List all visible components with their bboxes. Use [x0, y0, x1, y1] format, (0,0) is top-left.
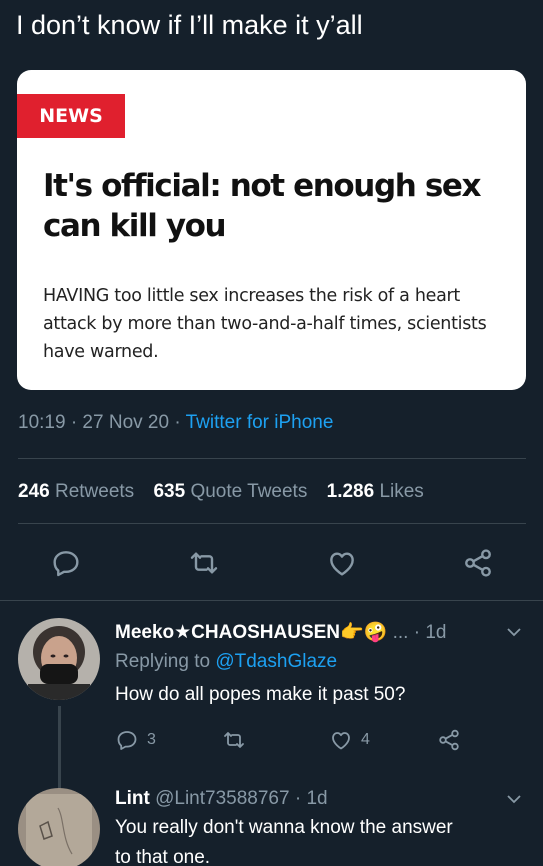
reply-handle-time: ... · 1d	[387, 622, 447, 643]
tweet-source-link[interactable]: Twitter for iPhone	[186, 412, 334, 433]
reply-tweet[interactable]: Meeko★CHAOSHAUSEN👉🤪 ... · 1d Replying to…	[0, 600, 543, 790]
tweet-timestamp: 10:19 · 27 Nov 20 ·	[18, 412, 186, 433]
share-icon[interactable]	[462, 547, 494, 579]
card-headline: It's official: not enough sex can kill y…	[43, 168, 481, 244]
reply-text: How do all popes make it past 50?	[115, 684, 406, 705]
quote-tweets-count: 635	[153, 481, 186, 502]
replying-to: Replying to @TdashGlaze	[115, 651, 337, 673]
reply-icon[interactable]	[50, 547, 82, 579]
chevron-down-icon[interactable]	[506, 794, 522, 804]
divider	[18, 458, 526, 459]
reply-share-button[interactable]	[437, 727, 461, 753]
quote-tweets-stat[interactable]: 635 Quote Tweets	[153, 481, 307, 502]
likes-stat[interactable]: 1.286 Likes	[327, 481, 424, 502]
chevron-down-icon[interactable]	[506, 627, 522, 637]
tweet-action-bar	[0, 547, 543, 581]
tweet-text: I don’t know if I’ll make it y’all	[16, 10, 363, 40]
reply-count: 3	[147, 731, 156, 748]
like-icon[interactable]	[326, 547, 358, 579]
retweet-icon[interactable]	[188, 547, 220, 579]
share-icon	[439, 729, 459, 751]
replying-to-prefix: Replying to	[115, 651, 216, 672]
tweet-meta: 10:19 · 27 Nov 20 · Twitter for iPhone	[18, 412, 333, 434]
likes-count: 1.286	[326, 481, 375, 502]
reply-reply-button[interactable]: 3	[115, 727, 156, 753]
retweets-stat[interactable]: 246 Retweets	[18, 481, 134, 502]
avatar[interactable]	[18, 788, 100, 866]
avatar[interactable]	[18, 618, 100, 700]
replying-to-handle[interactable]: @TdashGlaze	[215, 651, 337, 672]
card-summary: HAVING too little sex increases the risk…	[43, 286, 487, 362]
reply-author-name[interactable]: Lint	[115, 788, 150, 809]
reply-author-name[interactable]: Meeko★CHAOSHAUSEN	[115, 622, 340, 643]
news-badge: NEWS	[17, 94, 125, 138]
reply-tweet[interactable]: Lint @Lint73588767 · 1d You really don't…	[0, 770, 543, 866]
tweet-stats: 246 Retweets 635 Quote Tweets 1.286 Like…	[18, 481, 438, 503]
reply-text: You really don't wanna know the answer	[115, 817, 453, 838]
divider	[18, 523, 526, 524]
like-count: 4	[361, 731, 370, 748]
reply-like-button[interactable]: 4	[329, 727, 370, 753]
reply-text: to that one.	[115, 847, 211, 866]
likes-label: Likes	[379, 481, 424, 502]
reply-header: Lint @Lint73588767 · 1d	[115, 788, 328, 810]
retweet-icon	[224, 732, 244, 748]
reply-icon	[117, 731, 137, 750]
like-icon	[332, 732, 350, 750]
reply-handle-time: @Lint73588767 · 1d	[149, 788, 328, 809]
retweets-count: 246	[18, 481, 50, 502]
reply-retweet-button[interactable]	[222, 727, 246, 753]
reply-header: Meeko★CHAOSHAUSEN👉🤪 ... · 1d	[115, 620, 446, 644]
reply-author-emoji: 👉🤪	[340, 622, 388, 643]
retweets-label: Retweets	[54, 481, 135, 502]
news-card[interactable]: NEWS It's official: not enough sex can k…	[17, 70, 526, 390]
quote-tweets-label: Quote Tweets	[190, 481, 308, 502]
